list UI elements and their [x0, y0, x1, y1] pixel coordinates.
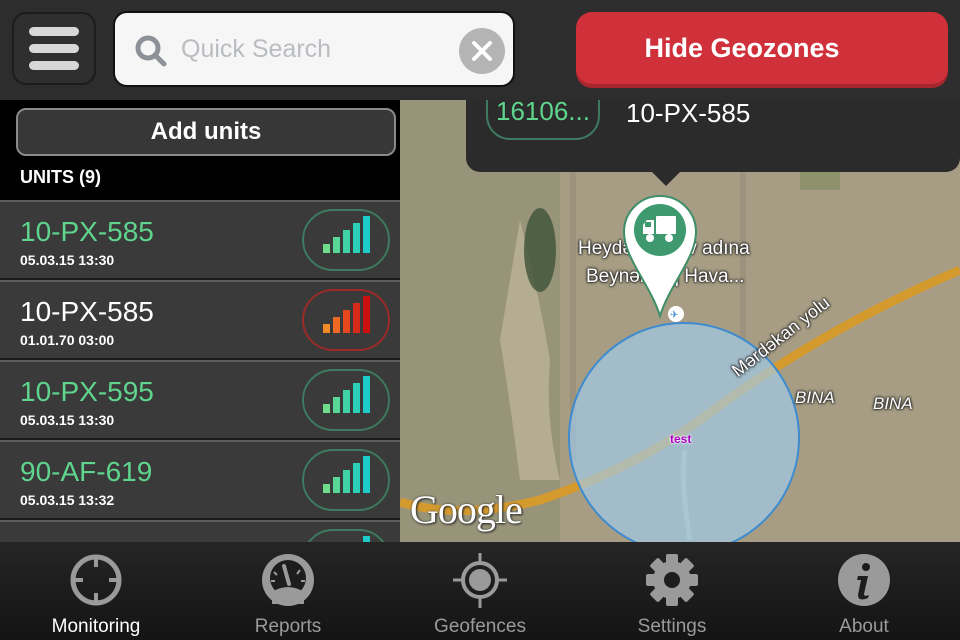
unit-callout[interactable]: 16106... 10-PX-585: [466, 100, 960, 186]
app-root: Hide Geozones Add units UNITS (9) 10-PX-…: [0, 0, 960, 640]
hamburger-icon-line: [29, 61, 79, 70]
signal-bar: [322, 484, 330, 493]
unit-marker-pin[interactable]: [622, 194, 698, 320]
map-view[interactable]: ✈ test Heydər Əliyev adına Beynəlxalq Ha…: [400, 100, 960, 542]
unit-row[interactable]: 10-PX-585 01.01.70 03:00: [0, 280, 400, 360]
tab-label: Reports: [254, 616, 322, 637]
unit-name: 90-AF-619: [20, 456, 153, 487]
unit-row[interactable]: [0, 520, 400, 542]
signal-bar: [352, 303, 360, 333]
unit-name: 10-PX-585: [20, 296, 154, 327]
signal-bar: [352, 223, 360, 253]
tab-label: Monitoring: [51, 616, 141, 637]
add-units-button[interactable]: Add units: [16, 108, 396, 156]
unit-list: 10-PX-585 05.03.15 13:30 10-PX-585 01.01.70…: [0, 200, 400, 542]
signal-bar: [342, 310, 350, 333]
signal-strength-icon[interactable]: [302, 529, 390, 542]
signal-bar: [332, 397, 340, 413]
signal-bar: [352, 463, 360, 493]
signal-bar: [332, 237, 340, 253]
clear-search-button[interactable]: [459, 28, 505, 74]
signal-bar: [342, 230, 350, 253]
quick-search-box: [113, 11, 515, 87]
signal-bar: [362, 296, 370, 333]
tab-geofences[interactable]: Geofences: [384, 542, 576, 640]
google-attribution: Google: [410, 487, 523, 532]
gauge-icon: [262, 554, 314, 606]
info-icon: [838, 554, 890, 606]
signal-bar: [362, 456, 370, 493]
tab-settings[interactable]: Settings: [576, 542, 768, 640]
signal-bar: [322, 404, 330, 413]
quick-search-input[interactable]: [181, 27, 451, 71]
signal-strength-icon[interactable]: [302, 449, 390, 511]
signal-bar: [322, 324, 330, 333]
unit-last-update: 01.01.70 03:00: [20, 332, 115, 348]
unit-last-update: 05.03.15 13:30: [20, 412, 115, 428]
units-panel: Add units UNITS (9) 10-PX-585 05.03.15 13…: [0, 100, 400, 542]
unit-row[interactable]: 90-AF-619 05.03.15 13:32: [0, 440, 400, 520]
signal-bar: [362, 376, 370, 413]
signal-strength-icon[interactable]: [302, 209, 390, 271]
hamburger-icon-line: [29, 44, 79, 53]
tab-reports[interactable]: Reports: [192, 542, 384, 640]
unit-name: 10-PX-595: [20, 376, 154, 407]
unit-row[interactable]: 10-PX-595 05.03.15 13:30: [0, 360, 400, 440]
unit-name: 10-PX-585: [20, 216, 154, 247]
tab-about[interactable]: About: [768, 542, 960, 640]
signal-bar: [352, 383, 360, 413]
geozone-label: test: [670, 432, 692, 446]
gear-icon: [646, 554, 698, 606]
hide-geozones-button[interactable]: Hide Geozones: [576, 12, 948, 84]
signal-strength-icon[interactable]: [302, 369, 390, 431]
callout-unit-id: 16106...: [486, 100, 600, 140]
tab-label: Geofences: [434, 616, 526, 637]
signal-bar: [342, 390, 350, 413]
units-header: UNITS (9): [20, 167, 101, 187]
tab-label: About: [839, 616, 889, 637]
top-bar: Hide Geozones: [0, 0, 960, 100]
menu-button[interactable]: [12, 12, 96, 85]
target-icon: [453, 553, 507, 608]
unit-last-update: 05.03.15 13:32: [20, 492, 115, 508]
map-label-bina-1: BINA: [795, 388, 835, 407]
signal-bar: [332, 477, 340, 493]
unit-last-update: 05.03.15 13:30: [20, 252, 115, 268]
tab-bar: Monitoring Reports Geofences Settings Ab…: [0, 542, 960, 640]
map-label-bina-2: BINA: [873, 394, 913, 413]
callout-unit-name: 10-PX-585: [626, 100, 751, 128]
close-icon: [472, 41, 492, 61]
hamburger-icon-line: [29, 27, 79, 36]
tab-label: Settings: [637, 616, 707, 637]
signal-bar: [362, 216, 370, 253]
signal-bar: [332, 317, 340, 333]
signal-bar: [322, 244, 330, 253]
unit-row[interactable]: 10-PX-585 05.03.15 13:30: [0, 200, 400, 280]
tab-monitoring[interactable]: Monitoring: [0, 542, 192, 640]
signal-bar: [342, 470, 350, 493]
crosshair-icon: [70, 554, 122, 606]
search-icon: [135, 35, 167, 67]
signal-strength-icon[interactable]: [302, 289, 390, 351]
